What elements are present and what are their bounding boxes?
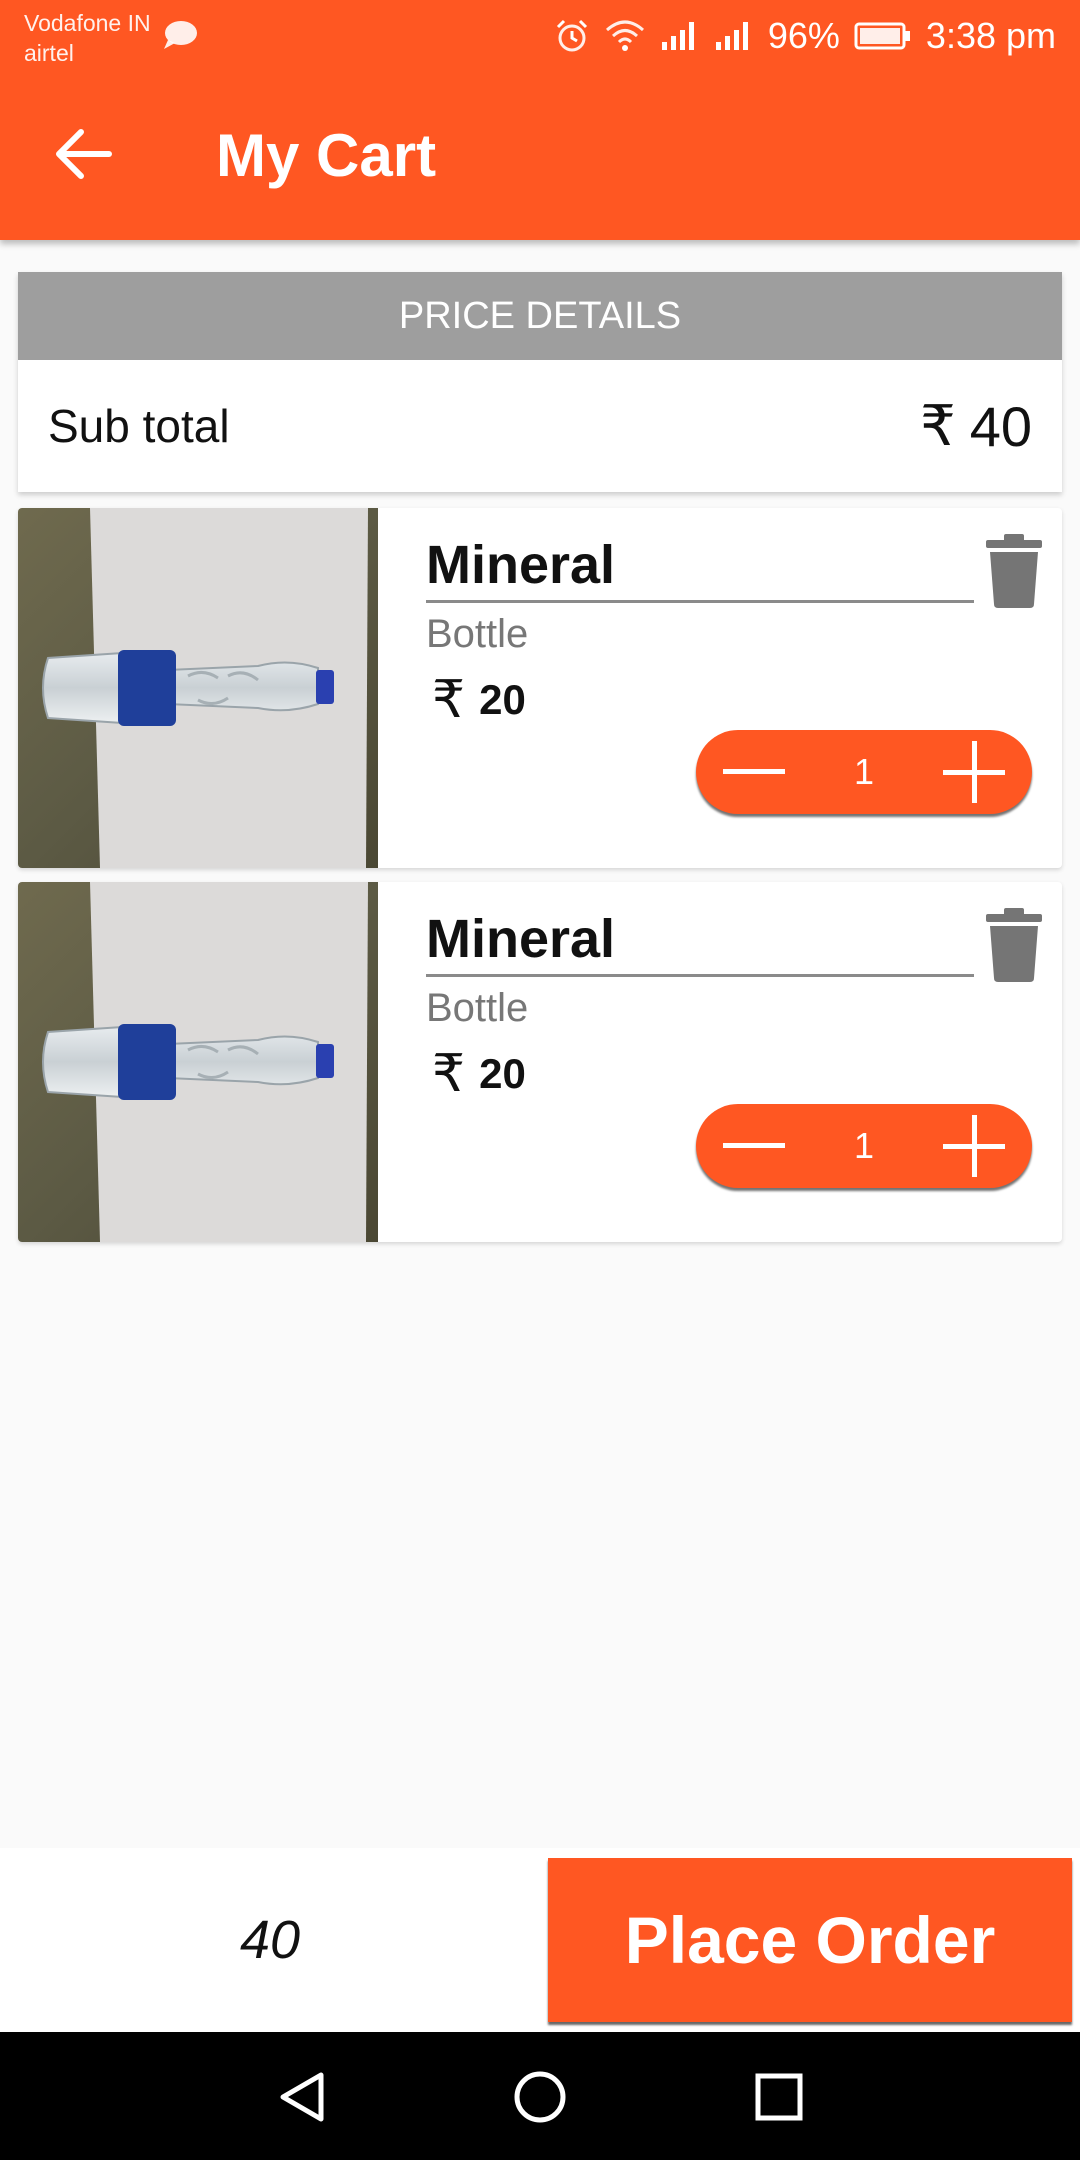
product-image [18,508,378,868]
minus-icon [723,1143,785,1148]
carrier-info: Vodafone IN airtel [24,8,151,68]
status-bar: Vodafone IN airtel 96% 3:38 pm [0,0,1080,72]
system-nav-bar [0,2032,1080,2160]
place-order-button[interactable]: Place Order [548,1858,1072,2022]
minus-icon [723,769,785,774]
price-value: 20 [479,1050,526,1097]
checkout-bar: 40 Place Order [0,1848,1080,2032]
price-value: 20 [479,676,526,723]
decrease-quantity-button[interactable] [722,1114,786,1178]
carrier-1: Vodafone IN [24,10,151,36]
carrier-2: airtel [24,40,74,66]
product-type: Bottle [426,986,529,1030]
signal-icon [715,22,748,50]
quantity-value: 1 [853,1125,875,1166]
cart-item: Mineral Bottle ₹ 20 1 [18,882,1062,1242]
price-details-header: PRICE DETAILS [18,272,1062,360]
product-name: Mineral [426,530,974,603]
product-price: ₹ 20 [432,670,526,730]
plus-icon [943,741,1005,803]
product-image [18,882,378,1242]
quantity-stepper: 1 [696,730,1032,814]
currency-symbol: ₹ [920,394,956,457]
increase-quantity-button[interactable] [942,740,1006,804]
status-icons: 96% 3:38 pm [554,14,1056,58]
nav-recents-button[interactable] [744,2062,814,2132]
nav-home-button[interactable] [505,2062,575,2132]
subtotal-label: Sub total [48,400,230,452]
delete-icon[interactable] [984,532,1044,608]
battery-percent: 96% [767,15,840,56]
back-button[interactable] [44,120,122,188]
plus-icon [943,1115,1005,1177]
wifi-icon [605,20,644,51]
page-title: My Cart [216,122,437,189]
home-circle-icon [514,2071,566,2123]
currency-symbol: ₹ [432,1045,466,1103]
subtotal-row: Sub total ₹ 40 [18,360,1062,492]
delete-icon[interactable] [984,906,1044,982]
alarm-icon [556,19,587,52]
subtotal-value: 40 [969,394,1032,458]
status-time: 3:38 pm [925,15,1056,56]
top-bar: Vodafone IN airtel 96% 3:38 pm My Cart [0,0,1080,240]
app-bar: My Cart [0,72,1080,240]
recents-square-icon [755,2073,803,2121]
chat-icon [164,21,197,49]
increase-quantity-button[interactable] [942,1114,1006,1178]
product-name: Mineral [426,904,974,977]
price-details-card: PRICE DETAILS Sub total ₹ 40 [18,272,1062,492]
battery-icon [854,22,910,50]
product-price: ₹ 20 [432,1044,526,1104]
subtotal-value-group: ₹ 40 [920,393,1032,459]
product-type: Bottle [426,612,529,656]
cart-item: Mineral Bottle ₹ 20 1 [18,508,1062,868]
order-total: 40 [239,1910,301,1970]
decrease-quantity-button[interactable] [722,740,786,804]
nav-back-button[interactable] [266,2062,336,2132]
quantity-stepper: 1 [696,1104,1032,1188]
back-triangle-icon [280,2072,324,2122]
quantity-value: 1 [853,751,875,792]
signal-icon [661,22,694,50]
currency-symbol: ₹ [432,671,466,729]
arrow-left-icon [56,129,112,179]
